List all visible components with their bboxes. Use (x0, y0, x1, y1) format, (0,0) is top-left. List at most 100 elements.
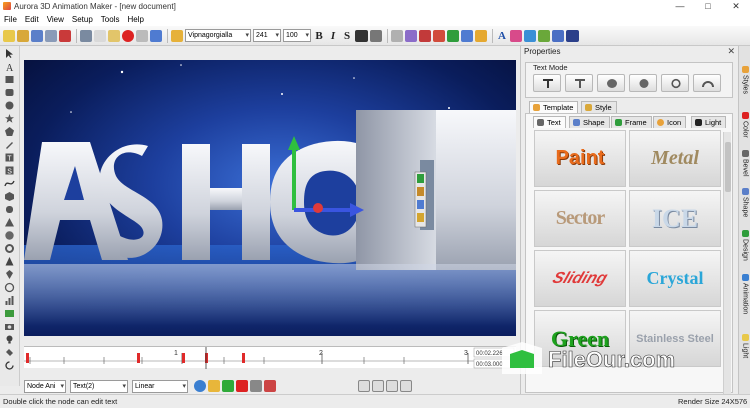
export-icon[interactable] (59, 29, 71, 42)
interpolation-select[interactable]: Linear (132, 379, 188, 393)
magic-wand-icon[interactable] (150, 29, 162, 42)
italic-button[interactable]: I (327, 30, 339, 42)
delete-icon[interactable] (122, 29, 134, 42)
rewind-icon[interactable] (358, 380, 370, 392)
text-style-icon[interactable] (510, 29, 522, 42)
keyframe-marker[interactable] (137, 353, 140, 363)
template-scrollbar[interactable] (723, 132, 731, 408)
template-sliding[interactable]: Sliding (534, 250, 626, 307)
scrollbar-thumb[interactable] (725, 142, 731, 192)
new-file-icon[interactable] (3, 29, 15, 42)
tab-light[interactable]: Light (691, 116, 727, 128)
text-object-select[interactable]: Text(2) (70, 379, 128, 393)
key-settings-icon[interactable] (250, 380, 262, 392)
cylinder-icon[interactable] (4, 204, 15, 215)
paste-icon[interactable] (108, 29, 120, 42)
text-icon[interactable]: A (4, 61, 15, 72)
pentagon-icon[interactable] (4, 126, 15, 137)
tab-template[interactable]: Template (529, 101, 579, 113)
tab-frame[interactable]: Frame (611, 116, 652, 128)
menu-tools[interactable]: Tools (101, 15, 120, 24)
text-mode-cylinder-button[interactable] (597, 74, 625, 92)
effect-icon[interactable] (447, 29, 459, 42)
text-mode-sphere-button[interactable] (629, 74, 657, 92)
chart-icon[interactable] (4, 295, 15, 306)
save-icon[interactable] (31, 29, 43, 42)
image-icon[interactable] (433, 29, 445, 42)
key-delete-icon[interactable] (264, 380, 276, 392)
layout-icon[interactable] (552, 29, 564, 42)
side-tab-animation[interactable]: Animation (739, 274, 750, 314)
text-mode-arc-button[interactable] (693, 74, 721, 92)
side-tab-light[interactable]: Light (739, 334, 750, 358)
side-tab-color[interactable]: Color (739, 112, 750, 138)
sphere-icon[interactable] (4, 230, 15, 241)
scale-select[interactable]: 100 (283, 29, 311, 42)
menu-file[interactable]: File (4, 15, 17, 24)
keyframe-marker[interactable] (205, 353, 208, 363)
add-key-icon[interactable] (222, 380, 234, 392)
cube-icon[interactable] (4, 191, 15, 202)
refresh-icon[interactable] (194, 380, 206, 392)
text-mode-extrude-button[interactable] (565, 74, 593, 92)
close-panel-icon[interactable]: ✕ (727, 46, 735, 57)
duplicate-icon[interactable] (136, 29, 148, 42)
menu-help[interactable]: Help (127, 15, 143, 24)
ring-icon[interactable] (4, 282, 15, 293)
torus-icon[interactable] (4, 243, 15, 254)
light-icon[interactable] (475, 29, 487, 42)
menu-setup[interactable]: Setup (72, 15, 93, 24)
pencil-icon[interactable] (171, 29, 183, 42)
open-folder-icon[interactable] (17, 29, 29, 42)
text-wrap-icon[interactable] (524, 29, 536, 42)
side-tab-bevel[interactable]: Bevel (739, 150, 750, 177)
cone-icon[interactable] (4, 217, 15, 228)
play-icon[interactable] (372, 380, 384, 392)
maximize-button[interactable]: □ (694, 0, 722, 12)
stop-icon[interactable] (386, 380, 398, 392)
tab-text[interactable]: Text (533, 116, 566, 128)
font-size-select[interactable]: 241 (253, 29, 281, 42)
path-icon[interactable] (4, 178, 15, 189)
remove-key-icon[interactable] (236, 380, 248, 392)
forward-icon[interactable] (400, 380, 412, 392)
font-family-select[interactable]: Vipnagorgialla (185, 29, 251, 42)
gem-icon[interactable] (4, 269, 15, 280)
circle-icon[interactable] (4, 100, 15, 111)
key-icon[interactable] (208, 380, 220, 392)
text-tool-button[interactable]: A (496, 30, 508, 42)
rectangle-icon[interactable] (4, 74, 15, 85)
menu-view[interactable]: View (47, 15, 64, 24)
cut-icon[interactable] (80, 29, 92, 42)
paint-bucket-icon[interactable] (4, 347, 15, 358)
light-bulb-icon[interactable] (4, 334, 15, 345)
text-path-icon[interactable] (538, 29, 550, 42)
minimize-button[interactable]: — (666, 0, 694, 12)
tab-icon[interactable]: Icon (653, 116, 687, 128)
shadow-button[interactable]: S (341, 30, 353, 42)
material-icon[interactable] (461, 29, 473, 42)
text-box-icon[interactable]: T (4, 152, 15, 163)
timeline[interactable]: 1 2 3 00:02.226 00:03.000 (24, 346, 516, 369)
save-as-icon[interactable] (45, 29, 57, 42)
star-icon[interactable] (4, 113, 15, 124)
align-icon[interactable] (370, 29, 382, 42)
select-arrow-icon[interactable] (4, 48, 15, 59)
rotate-icon[interactable] (4, 360, 15, 371)
text-mode-ring-button[interactable] (661, 74, 689, 92)
text-mode-flat-button[interactable] (533, 74, 561, 92)
shape-icon[interactable] (419, 29, 431, 42)
keyframe-marker[interactable] (242, 353, 245, 363)
symbol-icon[interactable]: S (4, 165, 15, 176)
tab-style[interactable]: Style (581, 101, 617, 113)
bold-button[interactable]: B (313, 30, 325, 42)
copy-icon[interactable] (94, 29, 106, 42)
template-ice[interactable]: ICE (629, 190, 721, 247)
tab-shape[interactable]: Shape (569, 116, 610, 128)
side-tab-design[interactable]: Design (739, 230, 750, 261)
pyramid-icon[interactable] (4, 256, 15, 267)
side-tab-shape[interactable]: Shape (739, 188, 750, 217)
group-icon[interactable] (405, 29, 417, 42)
template-paint[interactable]: Paint (534, 130, 626, 187)
template-crystal[interactable]: Crystal (629, 250, 721, 307)
